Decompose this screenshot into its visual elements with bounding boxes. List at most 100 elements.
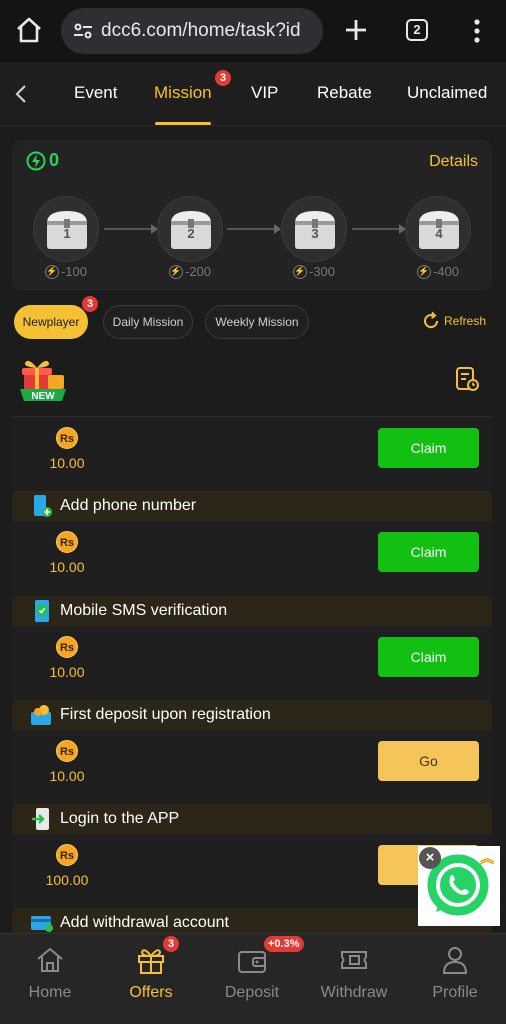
bolt-icon: ⚡ xyxy=(168,264,183,279)
withdraw-ticket-icon xyxy=(341,951,367,969)
chest-3[interactable]: 3 xyxy=(281,196,347,262)
mission-header: First deposit upon registration xyxy=(12,700,492,730)
chest-number: 1 xyxy=(63,226,71,241)
browser-toolbar: dcc6.com/home/task?id 2 xyxy=(0,0,506,62)
task-record-icon[interactable] xyxy=(455,366,479,392)
deposit-coins-icon xyxy=(31,705,51,725)
rupee-coin-icon: Rs xyxy=(56,531,78,553)
reward-amount: 10.00 xyxy=(49,664,85,680)
nav-profile[interactable]: Profile xyxy=(405,934,505,1024)
tab-switcher-button[interactable]: 2 xyxy=(406,19,428,41)
mission-card: Rs 10.00 Go xyxy=(12,730,492,805)
page: dcc6.com/home/task?id 2 Event Mission 3 … xyxy=(0,0,506,1024)
chest-2[interactable]: 2 xyxy=(157,196,223,262)
cost-value: -200 xyxy=(184,264,212,279)
reward-amount: 10.00 xyxy=(49,768,85,784)
mission-card: Rs 10.00 Claim xyxy=(12,521,492,596)
new-gift-icon: NEW xyxy=(20,360,66,402)
claim-button[interactable]: Claim xyxy=(378,428,479,468)
bolt-icon: ⚡ xyxy=(44,264,59,279)
claim-button[interactable]: Claim xyxy=(378,532,479,572)
more-options-icon[interactable] xyxy=(467,15,487,47)
bolt-icon: ⚡ xyxy=(292,264,307,279)
claim-button[interactable]: Claim xyxy=(378,637,479,677)
new-label: NEW xyxy=(31,391,55,402)
newplayer-badge: 3 xyxy=(82,296,98,312)
nav-home[interactable]: Home xyxy=(0,934,100,1024)
tab-rebate[interactable]: Rebate xyxy=(317,83,372,103)
reward-amount: 10.00 xyxy=(49,455,85,471)
refresh-button[interactable]: Refresh xyxy=(421,311,486,331)
back-arrow-icon[interactable] xyxy=(10,82,34,106)
home-icon xyxy=(37,947,63,972)
active-tab-indicator xyxy=(155,122,211,125)
tab-event[interactable]: Event xyxy=(74,83,117,103)
sms-verify-icon xyxy=(35,600,49,622)
phone-plus-icon xyxy=(34,495,52,517)
reward-amount: 10.00 xyxy=(49,559,85,575)
mission-title: Mobile SMS verification xyxy=(60,602,228,619)
mission-badge: 3 xyxy=(215,70,231,86)
chest-cost: ⚡ -100 xyxy=(26,264,106,279)
rupee-coin-icon: Rs xyxy=(56,636,78,658)
close-icon[interactable]: × xyxy=(419,847,441,869)
bolt-icon: ⚡ xyxy=(416,264,431,279)
chest-cost: ⚡ -300 xyxy=(274,264,354,279)
chest-cost: ⚡ -200 xyxy=(150,264,230,279)
mission-header: Add phone number xyxy=(12,491,492,521)
address-bar[interactable]: dcc6.com/home/task?id xyxy=(61,8,323,54)
tab-mission[interactable]: Mission xyxy=(154,83,212,103)
progress-arrow xyxy=(227,224,281,234)
progress-arrow xyxy=(352,224,406,234)
site-settings-icon[interactable] xyxy=(71,19,95,43)
chest-1[interactable]: 1 xyxy=(33,196,99,262)
new-tab-icon[interactable] xyxy=(340,14,372,46)
chest-4[interactable]: 4 xyxy=(405,196,471,262)
deposit-bonus-badge: +0.3% xyxy=(264,936,304,952)
filter-weekly-mission[interactable]: Weekly Mission xyxy=(205,305,309,339)
bolt-icon xyxy=(26,151,46,170)
points-balance: 0 xyxy=(26,150,59,171)
cost-value: -300 xyxy=(308,264,336,279)
progress-arrow xyxy=(104,224,158,234)
tab-unclaimed[interactable]: Unclaimed xyxy=(407,83,487,103)
mission-title: First deposit upon registration xyxy=(60,706,271,723)
mission-title: Login to the APP xyxy=(60,810,180,827)
app-login-icon xyxy=(32,808,49,830)
nav-withdraw[interactable]: Withdraw xyxy=(304,934,404,1024)
home-icon[interactable] xyxy=(14,15,44,45)
nav-label: Deposit xyxy=(224,984,280,1001)
cost-value: -400 xyxy=(432,264,460,279)
mission-card: Rs 10.00 Claim xyxy=(12,626,492,701)
wallet-icon xyxy=(238,951,266,973)
bottom-nav: Home Offers 3 Deposit +0.3% Withdraw Pro… xyxy=(0,933,506,1024)
chest-cost: ⚡ -400 xyxy=(398,264,478,279)
url-text: dcc6.com/home/task?id xyxy=(101,20,301,41)
nav-label: Withdraw xyxy=(320,984,388,1001)
go-button[interactable]: Go xyxy=(378,741,479,781)
cost-value: -100 xyxy=(60,264,88,279)
mission-title: Add phone number xyxy=(60,497,197,514)
reward-progress-panel: 0 Details 1 2 3 4 ⚡ -100 ⚡ -200 ⚡ -300 ⚡… xyxy=(12,140,492,290)
points-value: 0 xyxy=(49,150,60,170)
profile-icon xyxy=(442,947,468,974)
details-link[interactable]: Details xyxy=(429,153,478,171)
nav-label: Offers xyxy=(129,984,173,1001)
chest-number: 4 xyxy=(435,226,443,241)
chevron-up-icon[interactable]: ︽ xyxy=(476,847,498,869)
refresh-icon xyxy=(424,311,439,329)
filter-daily-mission[interactable]: Daily Mission xyxy=(103,305,193,339)
mission-title: Add withdrawal account xyxy=(60,914,229,931)
mission-header: Login to the APP xyxy=(12,804,492,834)
withdrawal-card-icon xyxy=(31,916,53,932)
rupee-coin-icon: Rs xyxy=(56,844,78,866)
rupee-coin-icon: Rs xyxy=(56,427,78,449)
refresh-label: Refresh xyxy=(444,314,487,328)
nav-offers[interactable]: Offers xyxy=(101,934,201,1024)
reward-amount: 100.00 xyxy=(45,872,89,888)
tab-vip[interactable]: VIP xyxy=(251,83,278,103)
offers-badge: 3 xyxy=(163,936,179,952)
mission-card: Rs 10.00 Claim xyxy=(12,416,492,491)
chest-number: 3 xyxy=(311,226,319,241)
filter-newplayer[interactable]: Newplayer xyxy=(14,305,88,339)
